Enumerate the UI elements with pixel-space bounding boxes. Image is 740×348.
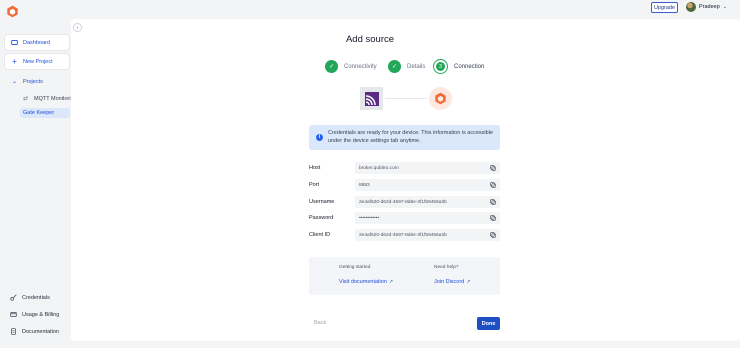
user-name: Pradeep bbox=[699, 4, 720, 10]
sidebar-item-label: Credentials bbox=[22, 294, 50, 301]
document-icon bbox=[10, 328, 17, 335]
copy-icon[interactable] bbox=[490, 165, 496, 171]
card-icon bbox=[10, 311, 17, 318]
step-number: 3 bbox=[433, 59, 448, 74]
step-label: Connection bbox=[454, 63, 485, 70]
check-icon: ✓ bbox=[325, 60, 338, 73]
host-field[interactable]: broker.qubitro.com bbox=[355, 162, 500, 174]
user-menu[interactable]: Pradeep ⌄ bbox=[686, 2, 727, 12]
sidebar-item-gate-keeper[interactable]: Gate Keeper bbox=[20, 108, 70, 118]
external-link-icon: ↗ bbox=[388, 279, 394, 285]
field-label: Host bbox=[309, 165, 321, 171]
sidebar-item-label: MQTT Monitori... bbox=[34, 95, 76, 102]
step-connection: 3 Connection bbox=[433, 59, 484, 74]
field-port: Port 8883 bbox=[309, 179, 500, 191]
qubitro-logo-icon bbox=[429, 87, 452, 110]
step-label: Details bbox=[407, 63, 426, 70]
chevron-down-icon: ⌄ bbox=[722, 4, 727, 10]
port-field[interactable]: 8883 bbox=[355, 179, 500, 191]
copy-icon[interactable] bbox=[490, 215, 496, 221]
done-button[interactable]: Done bbox=[477, 317, 500, 330]
field-label: Password bbox=[309, 215, 334, 221]
password-field[interactable]: •••••••••••• bbox=[355, 212, 500, 224]
sidebar-item-label: Projects bbox=[23, 78, 43, 85]
field-username: Username 2e4af520-d62d-4697-8d6e-3f1f594… bbox=[309, 196, 500, 208]
chevron-down-icon: ⌄ bbox=[11, 79, 18, 85]
step-details: ✓ Details bbox=[388, 60, 425, 73]
info-banner: i Credentials are ready for your device.… bbox=[309, 125, 500, 150]
app-logo[interactable] bbox=[6, 5, 19, 18]
client-id-field[interactable]: 2e4af520-d62d-4697-8d6e-3f1f59456a3b bbox=[355, 229, 500, 241]
visit-documentation-link[interactable]: Visit documentation ↗ bbox=[339, 279, 393, 285]
help-panel: Getting started Visit documentation ↗ Ne… bbox=[309, 257, 500, 295]
need-help-heading: Need help? bbox=[434, 265, 459, 270]
copy-icon[interactable] bbox=[490, 182, 496, 188]
external-link-icon: ↗ bbox=[466, 279, 471, 285]
sidebar-item-label: Gate Keeper bbox=[23, 110, 55, 116]
field-host: Host broker.qubitro.com bbox=[309, 162, 500, 174]
field-label: Port bbox=[309, 182, 320, 188]
page-title: Add source bbox=[345, 34, 395, 45]
info-icon: i bbox=[316, 134, 323, 141]
sidebar-item-label: Usage & Billing bbox=[22, 311, 60, 318]
step-connectivity: ✓ Connectivity bbox=[325, 60, 377, 73]
sidebar-item-credentials[interactable]: Credentials bbox=[10, 294, 50, 301]
sidebar-item-project[interactable]: ⇄ MQTT Monitori... bbox=[22, 95, 76, 103]
getting-started-heading: Getting started bbox=[339, 265, 371, 270]
new-project-button[interactable]: + New Project bbox=[5, 54, 69, 69]
mqtt-icon bbox=[360, 87, 383, 110]
copy-icon[interactable] bbox=[490, 199, 496, 205]
copy-icon[interactable] bbox=[490, 232, 496, 238]
plus-icon: + bbox=[12, 57, 17, 66]
field-client-id: Client ID 2e4af520-d62d-4697-8d6e-3f1f59… bbox=[309, 229, 500, 241]
collapse-sidebar-button[interactable]: ‹ bbox=[73, 23, 82, 32]
sidebar-item-label: Documentation bbox=[22, 328, 59, 335]
field-password: Password •••••••••••• bbox=[309, 212, 500, 224]
check-icon: ✓ bbox=[388, 60, 401, 73]
username-field[interactable]: 2e4af520-d62d-4697-8d6e-3f1f59456a3b bbox=[355, 196, 500, 208]
info-text: Credentials are ready for your device. T… bbox=[328, 129, 493, 144]
avatar bbox=[686, 2, 696, 12]
upgrade-button[interactable]: Upgrade bbox=[651, 2, 678, 13]
sidebar-item-usage-billing[interactable]: Usage & Billing bbox=[10, 311, 59, 318]
field-label: Username bbox=[309, 199, 335, 205]
key-icon bbox=[10, 294, 17, 301]
connection-line bbox=[385, 98, 427, 99]
join-discord-link[interactable]: Join Discord ↗ bbox=[434, 279, 470, 285]
link-icon: ⇄ bbox=[22, 96, 29, 102]
sidebar-item-documentation[interactable]: Documentation bbox=[10, 328, 59, 335]
sidebar-item-projects[interactable]: ⌄ Projects bbox=[11, 78, 43, 86]
field-label: Client ID bbox=[309, 232, 331, 238]
sidebar-item-label: New Project bbox=[23, 58, 53, 65]
step-label: Connectivity bbox=[344, 63, 377, 70]
back-button[interactable]: Back bbox=[314, 320, 326, 326]
